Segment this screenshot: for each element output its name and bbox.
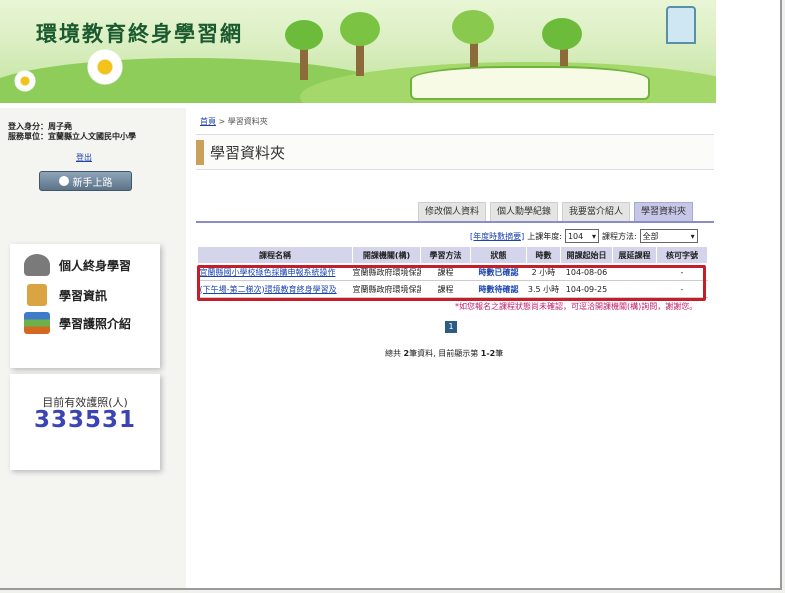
sidebar-item-label: 學習資訊	[59, 288, 108, 303]
passport-counter: 目前有效護照(人) 333531	[10, 374, 160, 470]
year-select[interactable]: 104 ▾	[564, 229, 599, 243]
sidebar: 登入身分：周子堯 服務單位：宜蘭縣立人文國民中小學 登出 新手上路 個人終身學習…	[0, 108, 186, 588]
books-icon	[24, 312, 50, 334]
annual-summary-link[interactable]: [年度時數摘要]	[470, 231, 524, 242]
summary-range: 1-2	[480, 349, 496, 358]
breadcrumb-separator: >	[216, 117, 228, 126]
column-header: 展延課程	[612, 246, 657, 264]
breadcrumb: 首頁 > 學習資料夾	[200, 116, 268, 127]
site-title: 環境教育終身學習網	[36, 22, 243, 46]
summary-prefix: 總共	[385, 349, 404, 358]
unit-label: 服務單位：	[8, 132, 48, 141]
column-header: 開課起始日	[560, 246, 613, 264]
breadcrumb-home-link[interactable]: 首頁	[200, 117, 216, 126]
page-title-bar: 學習資料夾	[196, 134, 714, 170]
logout-link[interactable]: 登出	[76, 152, 92, 163]
site-banner: 環境教育終身學習網	[0, 0, 716, 103]
page-frame: 環境教育終身學習網 登入身分：周子堯 服務單位：宜蘭縣立人文國民中小學 登出 新…	[0, 0, 782, 590]
column-header: 學習方法	[420, 246, 471, 264]
sidebar-item-learning-info[interactable]: 學習資訊	[24, 284, 107, 306]
method-select[interactable]: 全部 ▾	[639, 229, 698, 243]
login-info: 登入身分：周子堯 服務單位：宜蘭縣立人文國民中小學	[8, 122, 136, 142]
newbie-guide-button[interactable]: 新手上路	[39, 171, 132, 191]
clipboard-icon	[27, 284, 47, 306]
sidebar-item-passport-intro[interactable]: 學習護照介紹	[24, 312, 131, 334]
method-label: 課程方法:	[601, 231, 637, 241]
sidebar-item-label: 個人終身學習	[59, 258, 132, 273]
tab-edit-profile[interactable]: 修改個人資料	[418, 202, 487, 222]
title-accent-bar	[196, 140, 204, 165]
summary-suffix: 筆	[495, 349, 504, 358]
daisy-icon	[86, 48, 124, 86]
chevron-down-icon: ▾	[591, 231, 596, 241]
sidebar-item-lifelong-learning[interactable]: 個人終身學習	[24, 254, 131, 276]
identity-value: 周子堯	[48, 122, 72, 131]
book-illustration	[410, 66, 650, 100]
column-header: 課程名稱	[197, 246, 353, 264]
table-header-row: 課程名稱 開課機關(構) 學習方法 狀態 時數 開課起始日 展延課程 核可字號	[197, 246, 708, 264]
user-icon	[58, 176, 69, 186]
newbie-guide-label: 新手上路	[72, 177, 113, 189]
tab-learning-record[interactable]: 個人勳學紀錄	[490, 202, 559, 222]
page-title: 學習資料夾	[210, 144, 286, 162]
highlight-box	[197, 265, 706, 301]
tab-learning-folder[interactable]: 學習資料夾	[634, 202, 694, 222]
column-header: 開課機關(構)	[352, 246, 421, 264]
pagination-page[interactable]: 1	[445, 321, 457, 333]
sidebar-menu: 個人終身學習 學習資訊 學習護照介紹	[10, 244, 160, 368]
chevron-down-icon: ▾	[690, 231, 695, 241]
graduate-icon	[24, 254, 50, 276]
year-label: 上課年度:	[527, 231, 562, 241]
birdhouse-icon	[666, 6, 696, 44]
tab-referrer[interactable]: 我要當介紹人	[562, 202, 631, 222]
identity-label: 登入身分：	[8, 122, 48, 131]
tabs-divider	[196, 221, 714, 223]
column-header: 時數	[526, 246, 561, 264]
counter-value: 333531	[33, 407, 137, 433]
breadcrumb-current: 學習資料夾	[227, 117, 268, 126]
summary-middle: 筆資料, 目前顯示第	[409, 349, 481, 358]
result-summary: 總共 2筆資料, 目前顯示第 1-2筆	[385, 348, 503, 359]
sidebar-item-label: 學習護照介紹	[59, 316, 132, 331]
method-select-value: 全部	[642, 231, 659, 241]
unit-value: 宜蘭縣立人文國民中小學	[48, 132, 136, 141]
filter-bar: [年度時數摘要] 上課年度: 104 ▾ 課程方法: 全部 ▾	[470, 229, 698, 243]
tab-bar: 修改個人資料 個人勳學紀錄 我要當介紹人 學習資料夾	[418, 202, 694, 222]
year-select-value: 104	[567, 231, 584, 241]
column-header: 核可字號	[656, 246, 708, 264]
daisy-icon	[13, 69, 37, 93]
column-header: 狀態	[470, 246, 527, 264]
status-notice: *如您報名之課程狀態尚未確認，可逕洽開課機關(構)詢問，謝謝您。	[455, 302, 698, 311]
